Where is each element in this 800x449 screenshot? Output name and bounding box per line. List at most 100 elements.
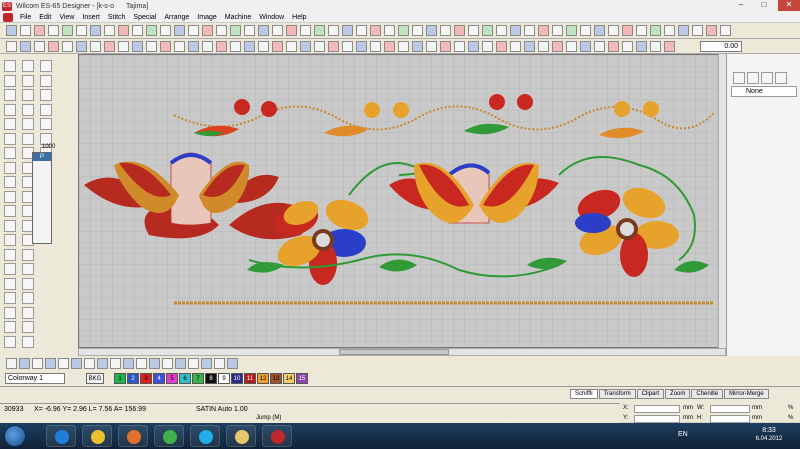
tool-button[interactable]: [4, 190, 16, 203]
menu-window[interactable]: Window: [255, 12, 288, 23]
panel-button[interactable]: [775, 72, 787, 84]
tool-button[interactable]: [4, 321, 16, 333]
toolbar-button[interactable]: [594, 41, 605, 52]
color-swatch-3[interactable]: 3: [140, 373, 152, 384]
vertical-scrollbar[interactable]: [718, 54, 726, 348]
tab-chenille[interactable]: Chenille: [691, 389, 724, 399]
tab-clipart[interactable]: Clipart: [636, 389, 665, 399]
taskbar-wilcom[interactable]: [262, 425, 292, 447]
toolbar-button[interactable]: [258, 41, 269, 52]
tool-button[interactable]: [22, 89, 34, 101]
tool-button[interactable]: [22, 306, 34, 319]
tab-transform[interactable]: Transform: [598, 389, 636, 399]
toolbar-button[interactable]: [216, 25, 227, 36]
toolbar-button[interactable]: [104, 25, 115, 36]
toolbar-button[interactable]: [188, 358, 199, 369]
tab-mirror-merge[interactable]: Mirror-Merge: [724, 389, 769, 399]
tool-button[interactable]: [4, 161, 16, 174]
tool-button[interactable]: [40, 74, 52, 87]
toolbar-button[interactable]: [118, 41, 129, 52]
toolbar-button[interactable]: [608, 25, 619, 36]
color-swatch-6[interactable]: 6: [179, 373, 191, 384]
tool-button[interactable]: [22, 263, 34, 275]
toolbar-button[interactable]: [454, 41, 465, 52]
tool-button[interactable]: [4, 219, 16, 232]
toolbar-button[interactable]: [524, 25, 535, 36]
color-swatch-8[interactable]: 8: [205, 373, 217, 384]
tool-button[interactable]: [40, 60, 52, 72]
toolbar-button[interactable]: [524, 41, 535, 52]
tool-button[interactable]: [4, 205, 16, 217]
maximize-button[interactable]: □: [753, 0, 775, 11]
toolbar-button[interactable]: [48, 41, 59, 52]
toolbar-button[interactable]: [300, 25, 311, 36]
toolbar-button[interactable]: [272, 41, 283, 52]
tool-button[interactable]: [22, 103, 34, 116]
color-swatch-9[interactable]: 9: [218, 373, 230, 384]
tool-button[interactable]: [22, 118, 34, 130]
toolbar-button[interactable]: [706, 25, 717, 36]
taskbar-messenger[interactable]: [154, 425, 184, 447]
toolbar-button[interactable]: [384, 41, 395, 52]
horizontal-scrollbar[interactable]: [78, 348, 726, 356]
tool-button[interactable]: [40, 132, 52, 145]
color-swatch-13[interactable]: 13: [270, 373, 282, 384]
toolbar-button[interactable]: [123, 358, 134, 369]
toolbar-button[interactable]: [34, 25, 45, 36]
toolbar-button[interactable]: [90, 41, 101, 52]
toolbar-button[interactable]: [328, 25, 339, 36]
background-button[interactable]: BKG: [86, 373, 104, 384]
tool-button[interactable]: [22, 132, 34, 145]
tool-button[interactable]: [4, 248, 16, 261]
toolbar-button[interactable]: [412, 25, 423, 36]
tool-button[interactable]: [4, 277, 16, 290]
menu-stitch[interactable]: Stitch: [104, 12, 130, 23]
tool-button[interactable]: [4, 292, 16, 304]
toolbar-button[interactable]: [510, 41, 521, 52]
toolbar-button[interactable]: [552, 41, 563, 52]
toolbar-button[interactable]: [314, 25, 325, 36]
menu-machine[interactable]: Machine: [221, 12, 255, 23]
toolbar-button[interactable]: [174, 25, 185, 36]
toolbar-button[interactable]: [580, 25, 591, 36]
tool-button[interactable]: [22, 277, 34, 290]
toolbar-button[interactable]: [216, 41, 227, 52]
toolbar-button[interactable]: [160, 25, 171, 36]
color-swatch-2[interactable]: 2: [127, 373, 139, 384]
document-icon[interactable]: [3, 12, 13, 22]
colorway-select[interactable]: Colorway 1: [5, 373, 65, 384]
toolbar-button[interactable]: [664, 41, 675, 52]
toolbar-button[interactable]: [90, 25, 101, 36]
toolbar-button[interactable]: [97, 358, 108, 369]
toolbar-button[interactable]: [175, 358, 186, 369]
tab-zoom[interactable]: Zoom: [665, 389, 691, 399]
menu-image[interactable]: Image: [193, 12, 220, 23]
color-swatch-5[interactable]: 5: [166, 373, 178, 384]
toolbar-button[interactable]: [118, 25, 129, 36]
toolbar-button[interactable]: [720, 25, 731, 36]
toolbar-button[interactable]: [230, 41, 241, 52]
toolbar-button[interactable]: [244, 41, 255, 52]
toolbar-button[interactable]: [71, 358, 82, 369]
color-swatch-4[interactable]: 4: [153, 373, 165, 384]
toolbar-button[interactable]: [664, 25, 675, 36]
toolbar-button[interactable]: [482, 41, 493, 52]
close-button[interactable]: ✕: [778, 0, 800, 11]
toolbar-button[interactable]: [356, 25, 367, 36]
toolbar-button[interactable]: [426, 25, 437, 36]
color-swatch-11[interactable]: 11: [244, 373, 256, 384]
design-canvas[interactable]: [78, 54, 726, 348]
tool-button[interactable]: [22, 60, 34, 72]
x-field[interactable]: [634, 405, 680, 413]
toolbar-button[interactable]: [636, 25, 647, 36]
tool-button[interactable]: [40, 103, 52, 116]
toolbar-button[interactable]: [104, 41, 115, 52]
toolbar-button[interactable]: [6, 358, 17, 369]
color-swatch-1[interactable]: 1: [114, 373, 126, 384]
menu-file[interactable]: File: [16, 12, 35, 23]
toolbar-button[interactable]: [32, 358, 43, 369]
toolbar-button[interactable]: [538, 41, 549, 52]
toolbar-button[interactable]: [328, 41, 339, 52]
toolbar-button[interactable]: [650, 25, 661, 36]
toolbar-button[interactable]: [58, 358, 69, 369]
